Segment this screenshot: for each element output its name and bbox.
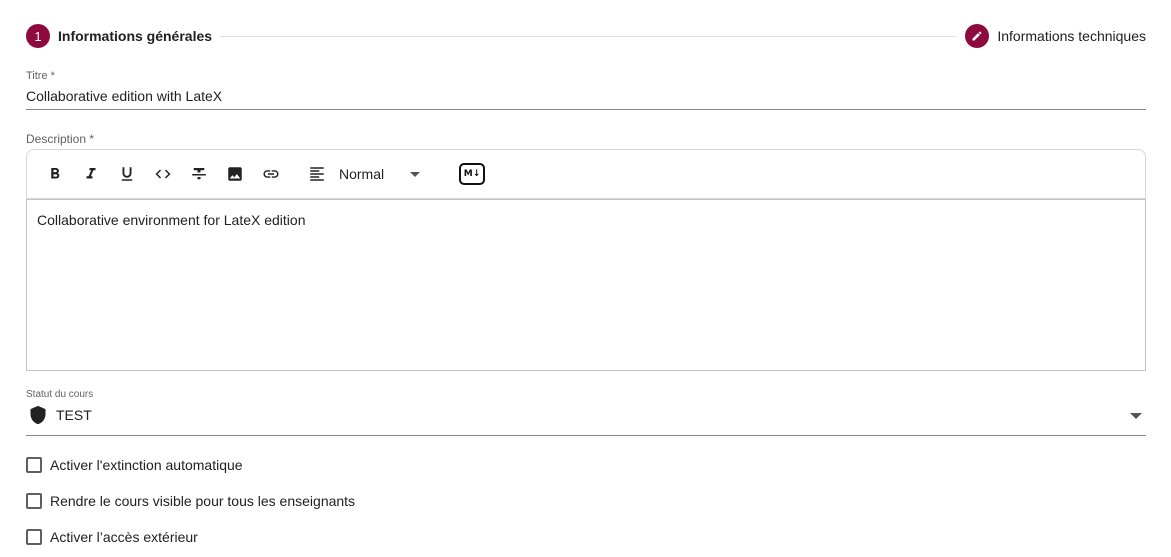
step-label: Informations techniques (997, 28, 1146, 44)
checkbox-label: Activer l’accès extérieur (50, 529, 198, 545)
step-informations-generales[interactable]: 1 Informations générales (26, 24, 212, 48)
chevron-down-icon (410, 171, 421, 177)
shield-icon (30, 405, 46, 424)
checkbox[interactable] (26, 457, 42, 473)
step-number: 1 (26, 24, 50, 48)
stepper: 1 Informations générales Informations te… (26, 24, 1146, 48)
description-editor: Normal M↓ Collaborative environment for … (26, 149, 1146, 371)
underline-icon[interactable] (109, 159, 145, 189)
checkbox[interactable] (26, 493, 42, 509)
italic-icon[interactable] (73, 159, 109, 189)
code-icon[interactable] (145, 159, 181, 189)
align-left-icon[interactable] (299, 159, 335, 189)
checkbox-extinction-automatique[interactable]: Activer l'extinction automatique (26, 457, 243, 473)
checkbox-acces-exterieur[interactable]: Activer l’accès extérieur (26, 529, 198, 545)
strikethrough-icon[interactable] (181, 159, 217, 189)
description-label: Description * (26, 132, 95, 146)
pencil-icon (965, 24, 990, 48)
titre-input[interactable]: Collaborative edition with LateX (26, 86, 1146, 110)
step-informations-techniques[interactable]: Informations techniques (965, 24, 1146, 48)
image-icon[interactable] (217, 159, 253, 189)
step-label: Informations générales (58, 28, 213, 44)
step-connector (220, 35, 958, 37)
editor-toolbar: Normal M↓ (26, 149, 1146, 199)
statut-select[interactable]: TEST (26, 404, 1146, 436)
statut-label: Statut du cours (26, 389, 94, 400)
markdown-icon[interactable]: M↓ (459, 163, 485, 185)
statut-value: TEST (56, 406, 92, 423)
heading-select[interactable]: Normal (339, 159, 439, 189)
chevron-down-icon (1130, 413, 1142, 419)
titre-label: Titre * (26, 70, 55, 82)
checkbox-visible-enseignants[interactable]: Rendre le cours visible pour tous les en… (26, 493, 355, 509)
bold-icon[interactable] (37, 159, 73, 189)
description-textarea[interactable]: Collaborative environment for LateX edit… (26, 199, 1146, 371)
checkbox-label: Activer l'extinction automatique (50, 457, 243, 473)
checkbox[interactable] (26, 529, 42, 545)
checkbox-label: Rendre le cours visible pour tous les en… (50, 493, 356, 509)
heading-select-value: Normal (339, 166, 385, 182)
link-icon[interactable] (253, 159, 289, 189)
